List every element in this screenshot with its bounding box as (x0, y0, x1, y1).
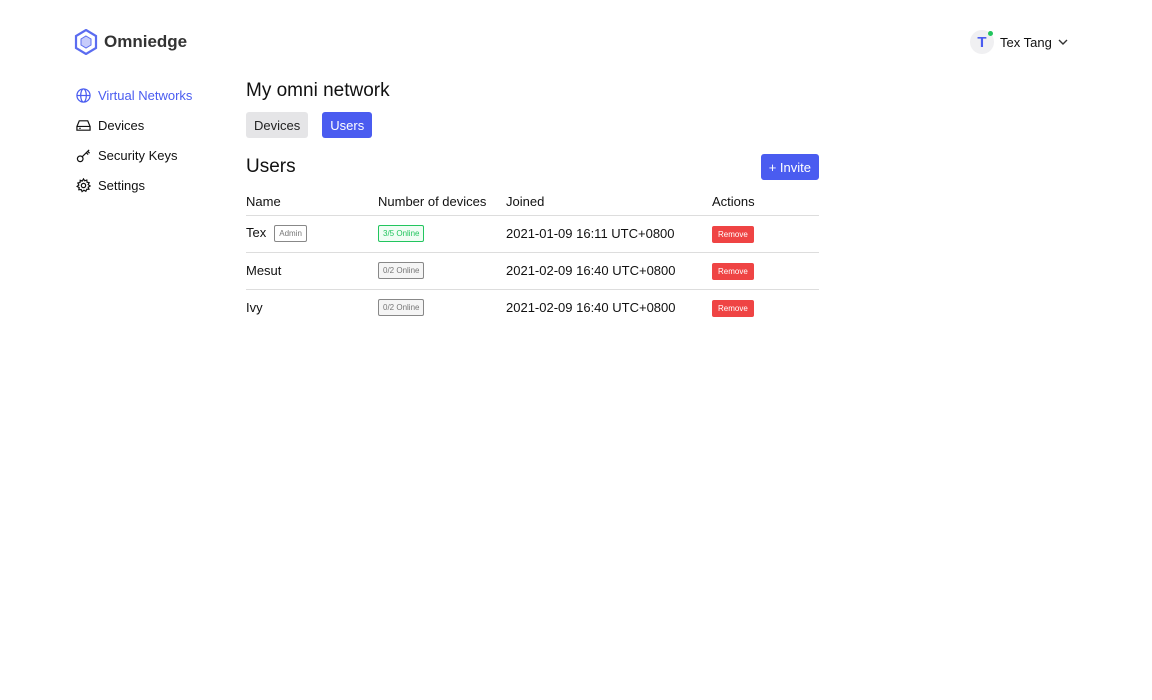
role-badge: Admin (274, 225, 307, 243)
device-status-badge: 0/2 Online (378, 299, 425, 317)
table-row: Mesut 0/2 Online 2021-02-09 16:40 UTC+08… (246, 252, 819, 290)
avatar-initial: T (977, 33, 987, 51)
remove-button[interactable]: Remove (712, 225, 754, 243)
sidebar-item-label: Devices (98, 117, 145, 133)
user-menu[interactable]: T Tex Tang (970, 30, 1068, 54)
column-header-name: Name (246, 188, 378, 216)
user-name: Tex (246, 224, 267, 240)
main-content: My omni network Devices Users Users + In… (246, 80, 819, 326)
section-title: Users (246, 156, 296, 177)
avatar: T (970, 30, 994, 54)
table-row: Ivy 0/2 Online 2021-02-09 16:40 UTC+0800… (246, 289, 819, 326)
sidebar-item-settings[interactable]: Settings (76, 170, 192, 200)
key-icon (76, 148, 91, 162)
sidebar-item-virtual-networks[interactable]: Virtual Networks (76, 80, 192, 110)
chevron-down-icon (1058, 39, 1068, 45)
joined-date: 2021-01-09 16:11 UTC+0800 (506, 215, 712, 253)
device-status-badge: 3/5 Online (378, 225, 425, 243)
user-name: Ivy (246, 300, 263, 316)
joined-date: 2021-02-09 16:40 UTC+0800 (506, 252, 712, 290)
joined-date: 2021-02-09 16:40 UTC+0800 (506, 300, 676, 316)
users-table: Name Number of devices Joined Actions Te… (246, 188, 819, 326)
online-indicator (988, 31, 993, 36)
column-header-joined: Joined (506, 188, 712, 216)
gear-icon (76, 177, 91, 193)
device-status-badge: 0/2 Online (378, 262, 425, 280)
hard-drive-icon (76, 119, 91, 131)
tab-devices[interactable]: Devices (246, 112, 309, 138)
column-header-actions: Actions (712, 188, 819, 216)
tab-users[interactable]: Users (322, 112, 373, 138)
sidebar-item-label: Virtual Networks (98, 87, 193, 103)
page-title: My omni network (246, 80, 390, 101)
omniedge-logo-icon (74, 29, 98, 55)
sidebar: Virtual Networks Devices Security Keys S… (76, 80, 192, 200)
invite-button[interactable]: + Invite (760, 154, 819, 180)
sidebar-item-label: Security Keys (98, 147, 178, 163)
sidebar-item-security-keys[interactable]: Security Keys (76, 140, 192, 170)
logo[interactable]: Omniedge (74, 29, 187, 55)
remove-button[interactable]: Remove (712, 262, 754, 280)
table-row: Tex Admin 3/5 Online 2021-01-09 16:11 UTC… (246, 215, 819, 253)
remove-button[interactable]: Remove (712, 299, 754, 317)
column-header-devices: Number of devices (378, 188, 506, 216)
user-name: Tex Tang (1000, 34, 1052, 50)
globe-icon (76, 87, 91, 103)
sidebar-item-devices[interactable]: Devices (76, 110, 192, 140)
user-name: Mesut (246, 252, 378, 290)
app-name: Omniedge (104, 32, 188, 51)
sidebar-item-label: Settings (98, 177, 145, 193)
